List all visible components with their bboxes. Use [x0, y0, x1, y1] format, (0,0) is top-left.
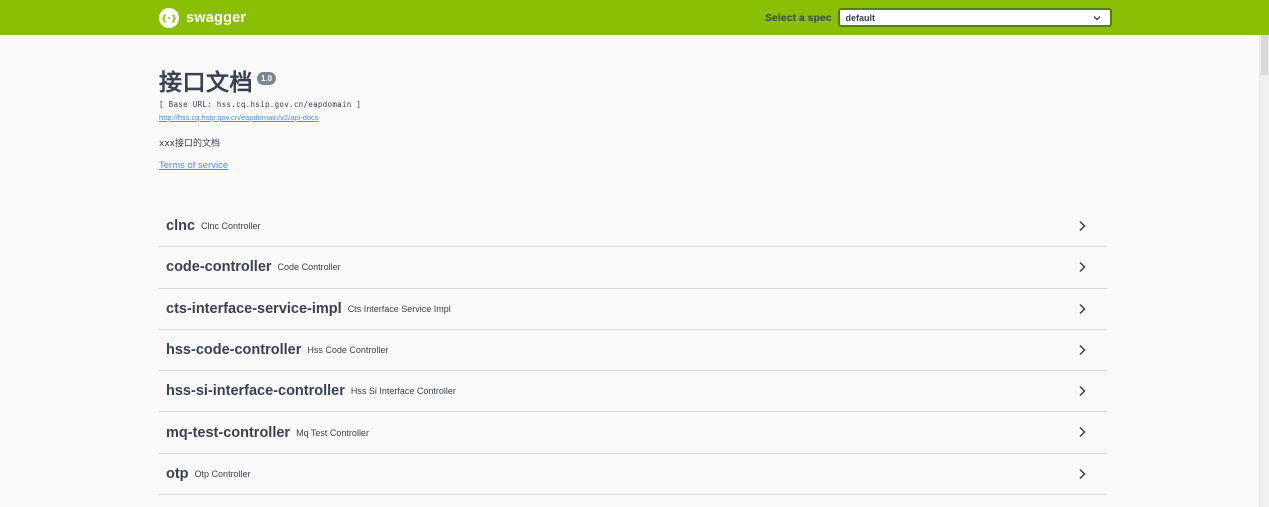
page-title: 接口文档: [159, 70, 253, 96]
title-row: 接口文档 1.0: [159, 68, 1107, 98]
spec-select[interactable]: default: [837, 8, 1112, 27]
spec-label: Select a spec: [765, 11, 832, 24]
tag-description: Otp Controller: [194, 468, 251, 479]
chevron-right-icon[interactable]: [1077, 468, 1087, 480]
version-badge: 1.0: [257, 72, 277, 85]
tag-name: clnc: [166, 218, 196, 235]
tag-name: otp: [166, 465, 189, 482]
api-docs-link[interactable]: http://hss.cq.hsip.gov.cn/eapdomain/v2/a…: [159, 113, 1107, 122]
tag-description: Hss Si Interface Controller: [350, 386, 456, 397]
chevron-right-icon[interactable]: [1077, 261, 1087, 273]
tag-name: hss-si-interface-controller: [166, 383, 345, 400]
tag-description: Mq Test Controller: [296, 427, 369, 438]
spec-select-value: default: [845, 12, 876, 23]
tag-section-mq-test-controller[interactable]: mq-test-controller Mq Test Controller: [159, 412, 1107, 454]
tag-section-hss-code-controller[interactable]: hss-code-controller Hss Code Controller: [159, 330, 1107, 372]
tag-name: cts-interface-service-impl: [166, 300, 342, 317]
tag-description: Hss Code Controller: [307, 345, 389, 356]
chevron-down-icon: [1093, 16, 1101, 21]
terms-of-service-link[interactable]: Terms of service: [159, 160, 1107, 171]
tag-description: Code Controller: [277, 262, 341, 273]
chevron-right-icon[interactable]: [1077, 220, 1087, 232]
scrollbar[interactable]: [1259, 35, 1269, 507]
tag-section-code-controller[interactable]: code-controller Code Controller: [159, 247, 1107, 289]
tag-section-hss-si-interface-controller[interactable]: hss-si-interface-controller Hss Si Interf…: [159, 371, 1107, 413]
svg-text:{·}: {·}: [161, 15, 177, 25]
chevron-right-icon[interactable]: [1077, 426, 1087, 438]
brand-name: swagger: [186, 10, 247, 26]
spec-selector: Select a spec default: [765, 8, 1112, 27]
tag-description: Clnc Controller: [201, 221, 261, 232]
chevron-right-icon[interactable]: [1077, 303, 1087, 315]
chevron-right-icon[interactable]: [1077, 344, 1087, 356]
swagger-brand-link[interactable]: {·} swagger: [159, 8, 246, 28]
tag-list: clnc Clnc Controller code-controller Code C…: [159, 206, 1107, 496]
tag-description: Cts Interface Service Impl: [347, 303, 451, 314]
tag-section-clnc[interactable]: clnc Clnc Controller: [159, 206, 1107, 248]
scrollbar-thumb[interactable]: [1261, 35, 1268, 75]
tag-section-otp[interactable]: otp Otp Controller: [159, 454, 1107, 496]
topbar: {·} swagger Select a spec default: [0, 0, 1269, 35]
tag-section-cts-interface-service-impl[interactable]: cts-interface-service-impl Cts Interface …: [159, 289, 1107, 330]
tag-name: code-controller: [166, 259, 272, 276]
base-url: [ Base URL: hss.cq.hsip.gov.cn/eapdomain…: [159, 100, 362, 109]
swagger-logo-icon: {·}: [159, 8, 179, 28]
api-info: 接口文档 1.0 [ Base URL: hss.cq.hsip.gov.cn/…: [159, 68, 1107, 171]
tag-name: hss-code-controller: [166, 342, 302, 359]
tag-name: mq-test-controller: [166, 424, 291, 441]
api-description: xxx接口的文档: [159, 139, 220, 149]
chevron-right-icon[interactable]: [1077, 385, 1087, 397]
